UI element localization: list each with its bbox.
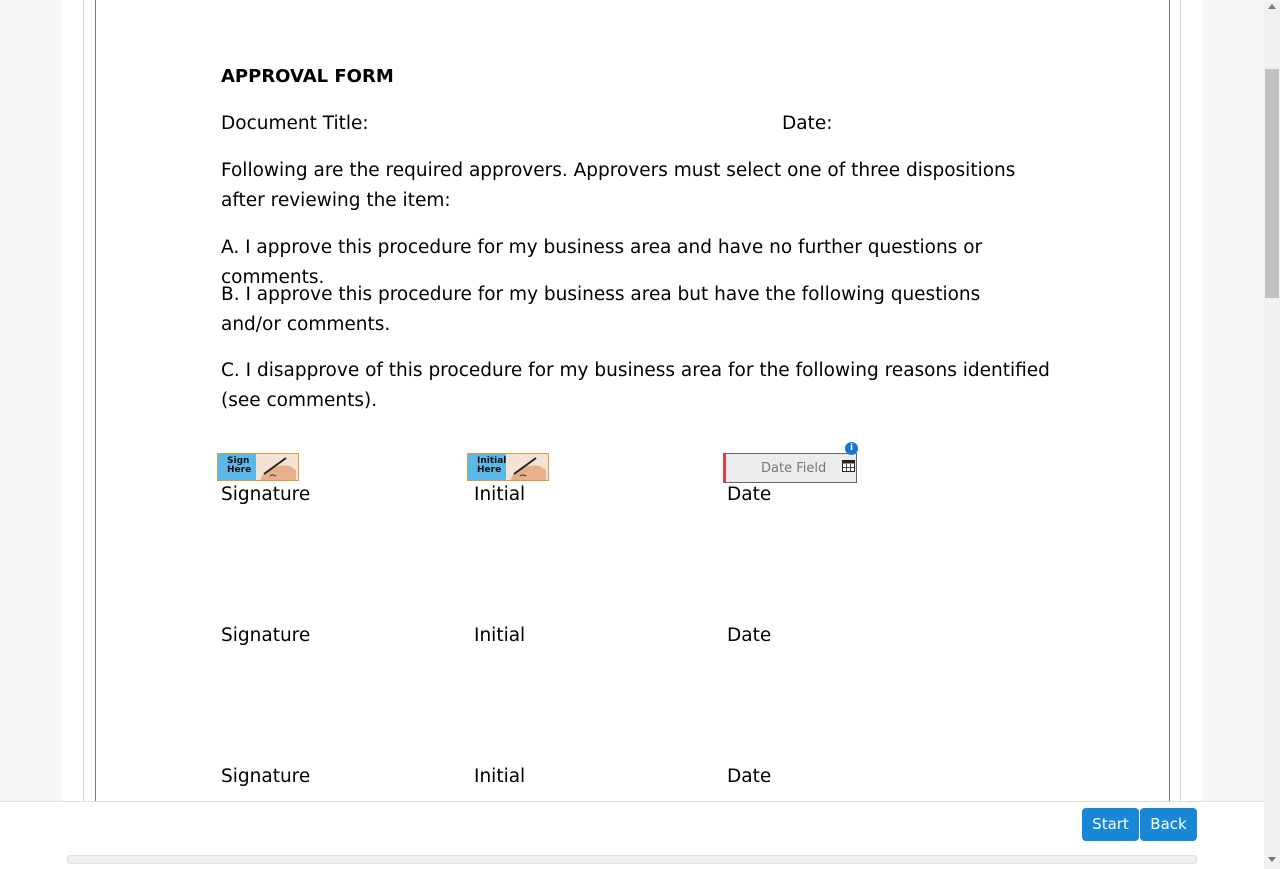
option-c: C. I disapprove of this procedure for my…	[221, 360, 1050, 411]
action-footer: Start Back	[0, 801, 1264, 869]
sign-here-line2: Here	[227, 465, 252, 475]
initial-here-field[interactable]: Initial Here	[467, 453, 549, 481]
date-column-label: Date	[727, 484, 772, 505]
date-column-label: Date	[727, 625, 772, 646]
scroll-down-icon[interactable]	[1268, 857, 1276, 862]
initial-here-line2: Here	[477, 465, 502, 475]
info-icon[interactable]: i	[845, 442, 858, 455]
signature-label: Signature	[221, 625, 311, 646]
date-field-label: Date Field	[761, 461, 827, 476]
signing-hand-icon	[506, 454, 548, 480]
option-b: B. I approve this procedure for my busin…	[221, 284, 981, 335]
scroll-up-icon[interactable]	[1268, 4, 1276, 9]
horizontal-scrollbar[interactable]	[67, 855, 1197, 864]
date-field[interactable]: Date Field	[723, 453, 857, 483]
sign-here-text: Sign Here	[227, 457, 251, 475]
back-button[interactable]: Back	[1140, 808, 1197, 841]
scrollbar-thumb[interactable]	[1265, 69, 1279, 298]
signature-label: Signature	[221, 766, 311, 787]
initial-label: Initial	[474, 625, 526, 646]
vertical-scrollbar[interactable]	[1264, 0, 1280, 869]
initial-label: Initial	[474, 766, 526, 787]
date-column-label: Date	[727, 766, 772, 787]
form-heading: APPROVAL FORM	[221, 66, 394, 87]
calendar-icon[interactable]	[842, 457, 855, 472]
signing-hand-icon	[256, 454, 298, 480]
date-label: Date:	[782, 113, 833, 134]
sign-here-field[interactable]: Sign Here	[217, 453, 299, 481]
initial-label: Initial	[474, 484, 526, 505]
initial-here-text: Initial Here	[477, 457, 506, 475]
signature-label: Signature	[221, 484, 311, 505]
start-button[interactable]: Start	[1082, 808, 1139, 841]
document-title-label: Document Title:	[221, 113, 369, 134]
intro-paragraph: Following are the required approvers. Ap…	[221, 160, 1016, 211]
